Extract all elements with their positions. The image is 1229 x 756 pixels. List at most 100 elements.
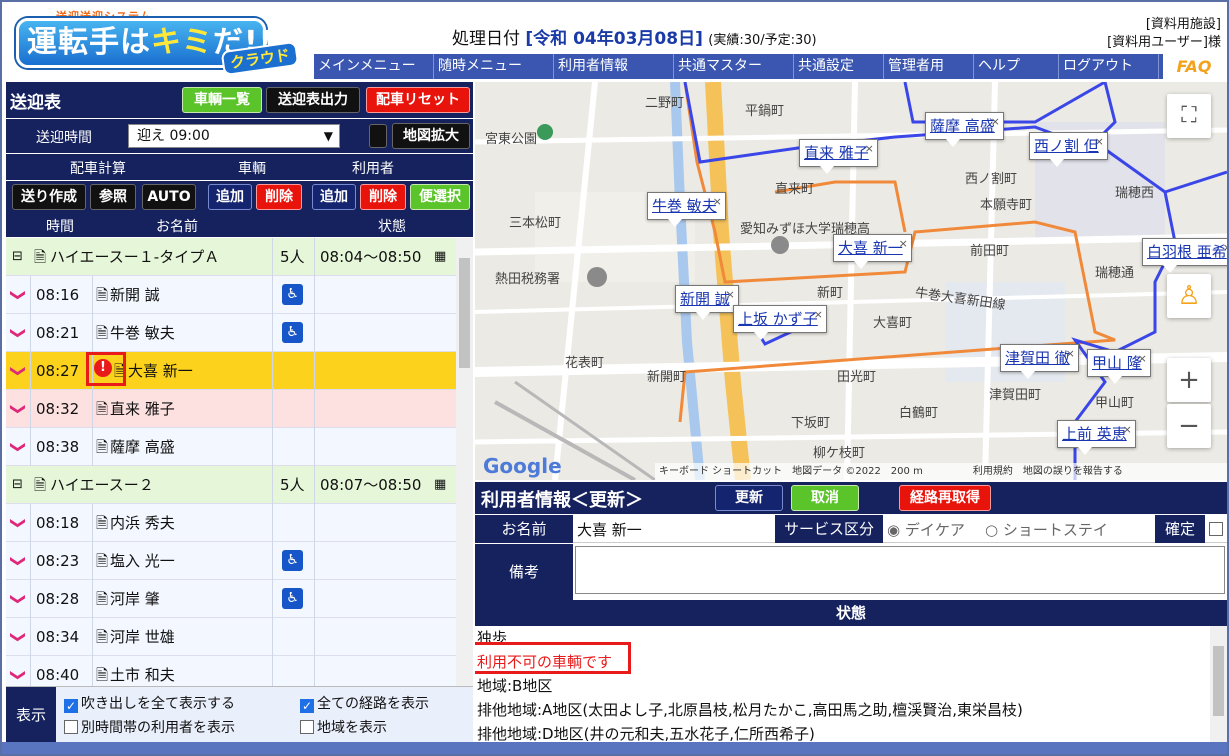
close-icon[interactable]: × (1138, 346, 1147, 372)
show-all-routes-checkbox[interactable]: ✓ 全ての経路を表示 (300, 693, 429, 713)
map-bubble[interactable]: 上坂 かず子 × (733, 302, 827, 340)
calculator-icon[interactable]: ▦ (434, 466, 446, 504)
map-bubble[interactable]: 薩摩 高盛 × (925, 109, 1004, 147)
user-row[interactable]: ❯ 08:28 🗎 河岸 肇 ♿ (6, 580, 456, 618)
remarks-textarea[interactable] (575, 546, 1225, 594)
user-add-button[interactable]: 追加 (312, 184, 356, 210)
chevron-down-icon[interactable]: ❯ (6, 669, 37, 682)
vehicle-delete-button[interactable]: 削除 (256, 184, 302, 210)
vehicle-list-button[interactable]: 車輌一覧 (182, 87, 262, 113)
list-scrollbar[interactable] (456, 238, 473, 686)
map-bubble[interactable]: 白羽根 亜希× (1142, 235, 1227, 273)
google-logo: Google (483, 454, 562, 478)
logo-part-b: キミ (151, 25, 213, 60)
menu-main[interactable]: メインメニュー (314, 54, 434, 79)
map-bubble[interactable]: 西ノ割 但 × (1029, 129, 1108, 167)
calculator-icon[interactable]: ▦ (434, 238, 446, 276)
time-select[interactable]: 迎え 09:00 ▼ (128, 124, 340, 148)
menu-admin[interactable]: 管理者用 (884, 54, 974, 79)
menu-common-master[interactable]: 共通マスター (674, 54, 794, 79)
menu-user-info[interactable]: 利用者情報 (554, 54, 674, 79)
close-icon[interactable]: × (814, 302, 823, 328)
chevron-down-icon[interactable]: ❯ (6, 289, 37, 302)
pickup-time: 08:18 (36, 514, 80, 532)
auto-button[interactable]: AUTO (142, 184, 196, 210)
chevron-down-icon[interactable]: ❯ (6, 593, 37, 606)
user-row[interactable]: ❯ 08:34 🗎 河岸 世雄 (6, 618, 456, 656)
map-bubble[interactable]: 牛巻 敏夫 × (647, 189, 726, 227)
show-all-bubbles-checkbox[interactable]: ✓ 吹き出しを全て表示する (64, 693, 235, 713)
service-option-daycare[interactable]: ◉ デイケア (887, 519, 965, 540)
chevron-down-icon[interactable]: ❯ (6, 555, 37, 568)
vehicle-group-row[interactable]: ⊟ 🗎 ハイエースー２ 5人 08:07〜08:50 ▦ (6, 466, 456, 504)
menu-logout[interactable]: ログアウト (1059, 54, 1159, 79)
select-flight-button[interactable]: 便選択 (410, 184, 470, 210)
scrollbar-thumb[interactable] (459, 258, 470, 368)
show-region-checkbox[interactable]: 地域を表示 (300, 717, 387, 737)
toggle-button[interactable] (369, 124, 387, 148)
service-opt2: ショートステイ (1002, 521, 1108, 539)
chevron-down-icon[interactable]: ❯ (6, 441, 37, 454)
confirm-checkbox[interactable] (1209, 522, 1223, 536)
map-bubble[interactable]: 大喜 新一 × (833, 231, 912, 269)
vehicle-add-button[interactable]: 追加 (208, 184, 252, 210)
user-name: 薩摩 高盛 (110, 438, 175, 456)
schedule-panel: 送迎表 車輌一覧 送迎表出力 配車リセット 送迎時間 迎え 09:00 ▼ 地図拡… (6, 82, 473, 743)
chevron-down-icon[interactable]: ❯ (6, 327, 37, 340)
vehicle-group-row[interactable]: ⊟ 🗎 ハイエースー１-タイプＡ 5人 08:04〜08:50 ▦ (6, 238, 456, 276)
map-bubble[interactable]: 直来 雅子 × (799, 136, 878, 174)
cancel-button[interactable]: 取消 (791, 485, 859, 511)
menu-anytime[interactable]: 随時メニュー (434, 54, 554, 79)
collapse-icon[interactable]: ⊟ (12, 466, 23, 504)
close-icon[interactable]: × (865, 136, 874, 162)
close-icon[interactable]: × (1095, 129, 1104, 155)
zoom-in-icon[interactable]: + (1167, 358, 1211, 402)
service-option-shortstay[interactable]: ○ ショートステイ (985, 519, 1108, 540)
faq-button[interactable]: FAQ (1163, 54, 1225, 79)
warning-icon[interactable]: ! (94, 359, 112, 377)
status-line: 排他地域:A地区(太田よし子,北原昌枝,松月たかこ,高田馬之助,檀渓賢治,東栄昌… (477, 701, 1023, 719)
show-other-time-checkbox[interactable]: 別時間帯の利用者を表示 (64, 717, 235, 737)
map-expand-button[interactable]: 地図拡大 (392, 123, 470, 149)
fullscreen-icon[interactable]: ⛶ (1167, 94, 1211, 138)
map-bubble[interactable]: 甲山 隆 × (1087, 346, 1151, 384)
menu-common-settings[interactable]: 共通設定 (794, 54, 884, 79)
map-bubble[interactable]: 津賀田 徹 × (1000, 341, 1079, 379)
status-scrollbar[interactable] (1210, 626, 1227, 742)
user-row[interactable]: ❯ 08:27 🗎 大喜 新一! (6, 352, 456, 390)
chevron-down-icon[interactable]: ❯ (6, 517, 37, 530)
street-view-icon[interactable]: ♙ (1167, 274, 1211, 318)
close-icon[interactable]: × (991, 109, 1000, 135)
create-return-button[interactable]: 送り作成 (12, 184, 86, 210)
map-bubble[interactable]: 新開 誠 × (675, 285, 739, 320)
menu-help[interactable]: ヘルプ (974, 54, 1059, 79)
route-map[interactable]: 二野町 平鍋町 宮東公園 直来町 西ノ割町 本願寺町 三本松町 愛知みずほ大学瑞… (475, 82, 1227, 480)
reroute-button[interactable]: 経路再取得 (899, 485, 991, 511)
collapse-icon[interactable]: ⊟ (12, 238, 23, 276)
user-row[interactable]: ❯ 08:16 🗎 新開 誠 ♿ (6, 276, 456, 314)
scrollbar-thumb[interactable] (1213, 646, 1224, 716)
zoom-out-icon[interactable]: − (1167, 404, 1211, 448)
close-icon[interactable]: × (713, 189, 722, 215)
divider (314, 466, 315, 504)
close-icon[interactable]: × (1223, 235, 1227, 261)
user-row[interactable]: ❯ 08:38 🗎 薩摩 高盛 (6, 428, 456, 466)
user-row[interactable]: ❯ 08:21 🗎 牛巻 敏夫 ♿ (6, 314, 456, 352)
reference-button[interactable]: 参照 (90, 184, 136, 210)
chevron-down-icon[interactable]: ❯ (6, 631, 37, 644)
user-row[interactable]: ❯ 08:23 🗎 塩入 光一 ♿ (6, 542, 456, 580)
close-icon[interactable]: × (899, 231, 908, 257)
output-button[interactable]: 送迎表出力 (266, 87, 360, 113)
map-bubble[interactable]: 上前 英恵 × (1057, 417, 1136, 455)
chevron-down-icon[interactable]: ❯ (6, 403, 37, 416)
close-icon[interactable]: × (1123, 417, 1132, 443)
divider (30, 352, 31, 390)
reset-button[interactable]: 配車リセット (366, 87, 470, 113)
user-row[interactable]: ❯ 08:18 🗎 内浜 秀夫 (6, 504, 456, 542)
chevron-down-icon[interactable]: ❯ (6, 365, 37, 378)
user-delete-button[interactable]: 削除 (360, 184, 406, 210)
close-icon[interactable]: × (1066, 341, 1075, 367)
user-row[interactable]: ❯ 08:40 🗎 土市 和夫 (6, 656, 456, 686)
update-button[interactable]: 更新 (715, 485, 783, 511)
user-row[interactable]: ❯ 08:32 🗎 直来 雅子 (6, 390, 456, 428)
